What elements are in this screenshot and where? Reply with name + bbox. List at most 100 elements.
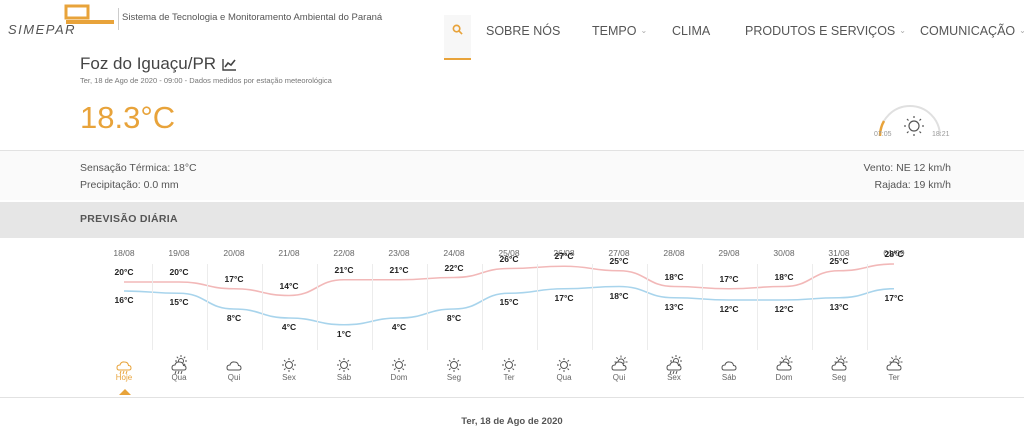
sun-rain-icon[interactable] <box>664 355 684 375</box>
sun-rain-icon[interactable] <box>169 355 189 375</box>
day-divider <box>536 264 538 350</box>
day-divider <box>481 264 483 350</box>
sun-icon[interactable] <box>279 355 299 375</box>
selected-day-marker <box>119 389 131 395</box>
vento: Vento: NE 12 km/h <box>863 162 951 174</box>
min-temperature: 13°C <box>829 301 849 312</box>
max-temperature: 22°C <box>444 262 464 273</box>
cloud-icon[interactable] <box>719 355 739 375</box>
forecast-date: 18/08 <box>113 248 135 258</box>
forecast-date: 22/08 <box>333 248 355 258</box>
sun-icon[interactable] <box>389 355 409 375</box>
forecast-day-label[interactable]: Seg <box>819 373 859 382</box>
search-icon <box>452 24 463 35</box>
logo-divider <box>118 8 119 30</box>
sun-cloud-icon[interactable] <box>609 355 629 375</box>
min-temperature: 4°C <box>391 322 407 332</box>
observation-info: Ter, 18 de Ago de 2020 - 09:00 - Dados m… <box>80 76 332 85</box>
sun-icon[interactable] <box>444 355 464 375</box>
sun-cloud-icon[interactable] <box>829 355 849 375</box>
forecast-day-label[interactable]: Ter <box>874 373 914 382</box>
daily-forecast: 18/08 20°C 16°C Hoje 19/08 20°C 15°C Qua 20/08 17… <box>0 238 1024 396</box>
day-divider <box>371 264 373 350</box>
nav-comunicacao[interactable]: COMUNICAÇÃO ⌄ <box>920 24 1024 38</box>
details-panel: Sensação Térmica: 18°C Precipitação: 0.0… <box>0 150 1024 200</box>
site-header: SIMEPAR Sistema de Tecnologia e Monitora… <box>0 0 1024 60</box>
sun-icon[interactable] <box>554 355 574 375</box>
sunset-time: 18:21 <box>932 131 950 138</box>
sun-icon <box>904 116 924 136</box>
forecast-date: 20/08 <box>223 248 245 258</box>
max-temperature: 18°C <box>774 271 794 282</box>
day-divider <box>151 264 153 350</box>
city-name: Foz do Iguaçu/PR <box>80 54 217 73</box>
sun-icon[interactable] <box>499 355 519 375</box>
forecast-day-label[interactable]: Sex <box>654 373 694 382</box>
min-temperature: 12°C <box>719 304 739 314</box>
forecast-day-label[interactable]: Qui <box>214 373 254 382</box>
nav-sobre-nos[interactable]: SOBRE NÓS <box>486 24 560 38</box>
forecast-day-label[interactable]: Qua <box>159 373 199 382</box>
day-divider <box>426 264 428 350</box>
forecast-day-label[interactable]: Sáb <box>709 373 749 382</box>
max-temperature: 26°C <box>499 253 519 264</box>
min-temperature: 1°C <box>336 328 352 339</box>
selected-date: Ter, 18 de Ago de 2020 <box>461 416 563 427</box>
max-temperature: 14°C <box>279 280 299 291</box>
nav-produtos-servicos[interactable]: PRODUTOS E SERVIÇOS ⌄ <box>745 24 906 38</box>
min-temperature: 4°C <box>281 322 297 332</box>
nav-label: COMUNICAÇÃO <box>920 24 1016 38</box>
max-temperature: 25°C <box>829 255 849 266</box>
sun-cloud-icon[interactable] <box>774 355 794 375</box>
day-divider <box>646 264 648 350</box>
min-temperature: 17°C <box>884 292 904 303</box>
nav-label: SOBRE NÓS <box>486 24 561 38</box>
max-temperature: 21°C <box>389 264 409 275</box>
simepar-logo[interactable]: SIMEPAR <box>6 4 116 38</box>
city-title: Foz do Iguaçu/PR <box>80 54 237 74</box>
forecast-day-label[interactable]: Dom <box>379 373 419 382</box>
nav-clima[interactable]: CLIMA <box>672 24 710 38</box>
min-temperature: 13°C <box>664 301 684 312</box>
sensacao-termica: Sensação Térmica: 18°C <box>80 162 197 174</box>
forecast-day-label[interactable]: Qui <box>599 373 639 382</box>
nav-label: CLIMA <box>672 24 711 38</box>
max-temperature: 17°C <box>224 273 244 284</box>
cloud-icon[interactable] <box>224 355 244 375</box>
search-button[interactable] <box>444 15 471 60</box>
max-temperature: 20°C <box>169 267 189 277</box>
nav-tempo[interactable]: TEMPO ⌄ <box>592 24 647 38</box>
min-temperature: 12°C <box>774 304 794 314</box>
precipitacao: Precipitação: 0.0 mm <box>80 179 179 191</box>
chevron-down-icon: ⌄ <box>1019 25 1024 35</box>
rajada: Rajada: 19 km/h <box>874 179 951 191</box>
rain-icon[interactable] <box>114 355 134 375</box>
day-divider <box>261 264 263 350</box>
sun-cloud-icon[interactable] <box>884 355 904 375</box>
min-temperature: 18°C <box>609 290 629 301</box>
forecast-day-label[interactable]: Hoje <box>104 373 144 382</box>
forecast-day-label[interactable]: Sex <box>269 373 309 382</box>
forecast-date: 21/08 <box>278 248 300 258</box>
min-temperature: 17°C <box>554 292 574 303</box>
day-divider <box>316 264 318 350</box>
chart-line-icon[interactable] <box>222 58 237 71</box>
sun-icon[interactable] <box>334 355 354 375</box>
min-temperature: 16°C <box>114 295 134 305</box>
forecast-day-label[interactable]: Sáb <box>324 373 364 382</box>
chevron-down-icon: ⌄ <box>899 25 906 35</box>
day-divider <box>756 264 758 350</box>
day-divider <box>701 264 703 350</box>
forecast-day-label[interactable]: Seg <box>434 373 474 382</box>
day-divider <box>206 264 208 350</box>
forecast-day-label[interactable]: Qua <box>544 373 584 382</box>
day-divider <box>811 264 813 350</box>
forecast-date: 19/08 <box>168 248 190 258</box>
max-temperature: 21°C <box>334 264 354 275</box>
max-temperature: 18°C <box>664 271 684 282</box>
day-divider <box>866 264 868 350</box>
min-temperature: 8°C <box>446 313 462 323</box>
section-divider <box>0 397 1024 398</box>
forecast-day-label[interactable]: Dom <box>764 373 804 382</box>
forecast-day-label[interactable]: Ter <box>489 373 529 382</box>
